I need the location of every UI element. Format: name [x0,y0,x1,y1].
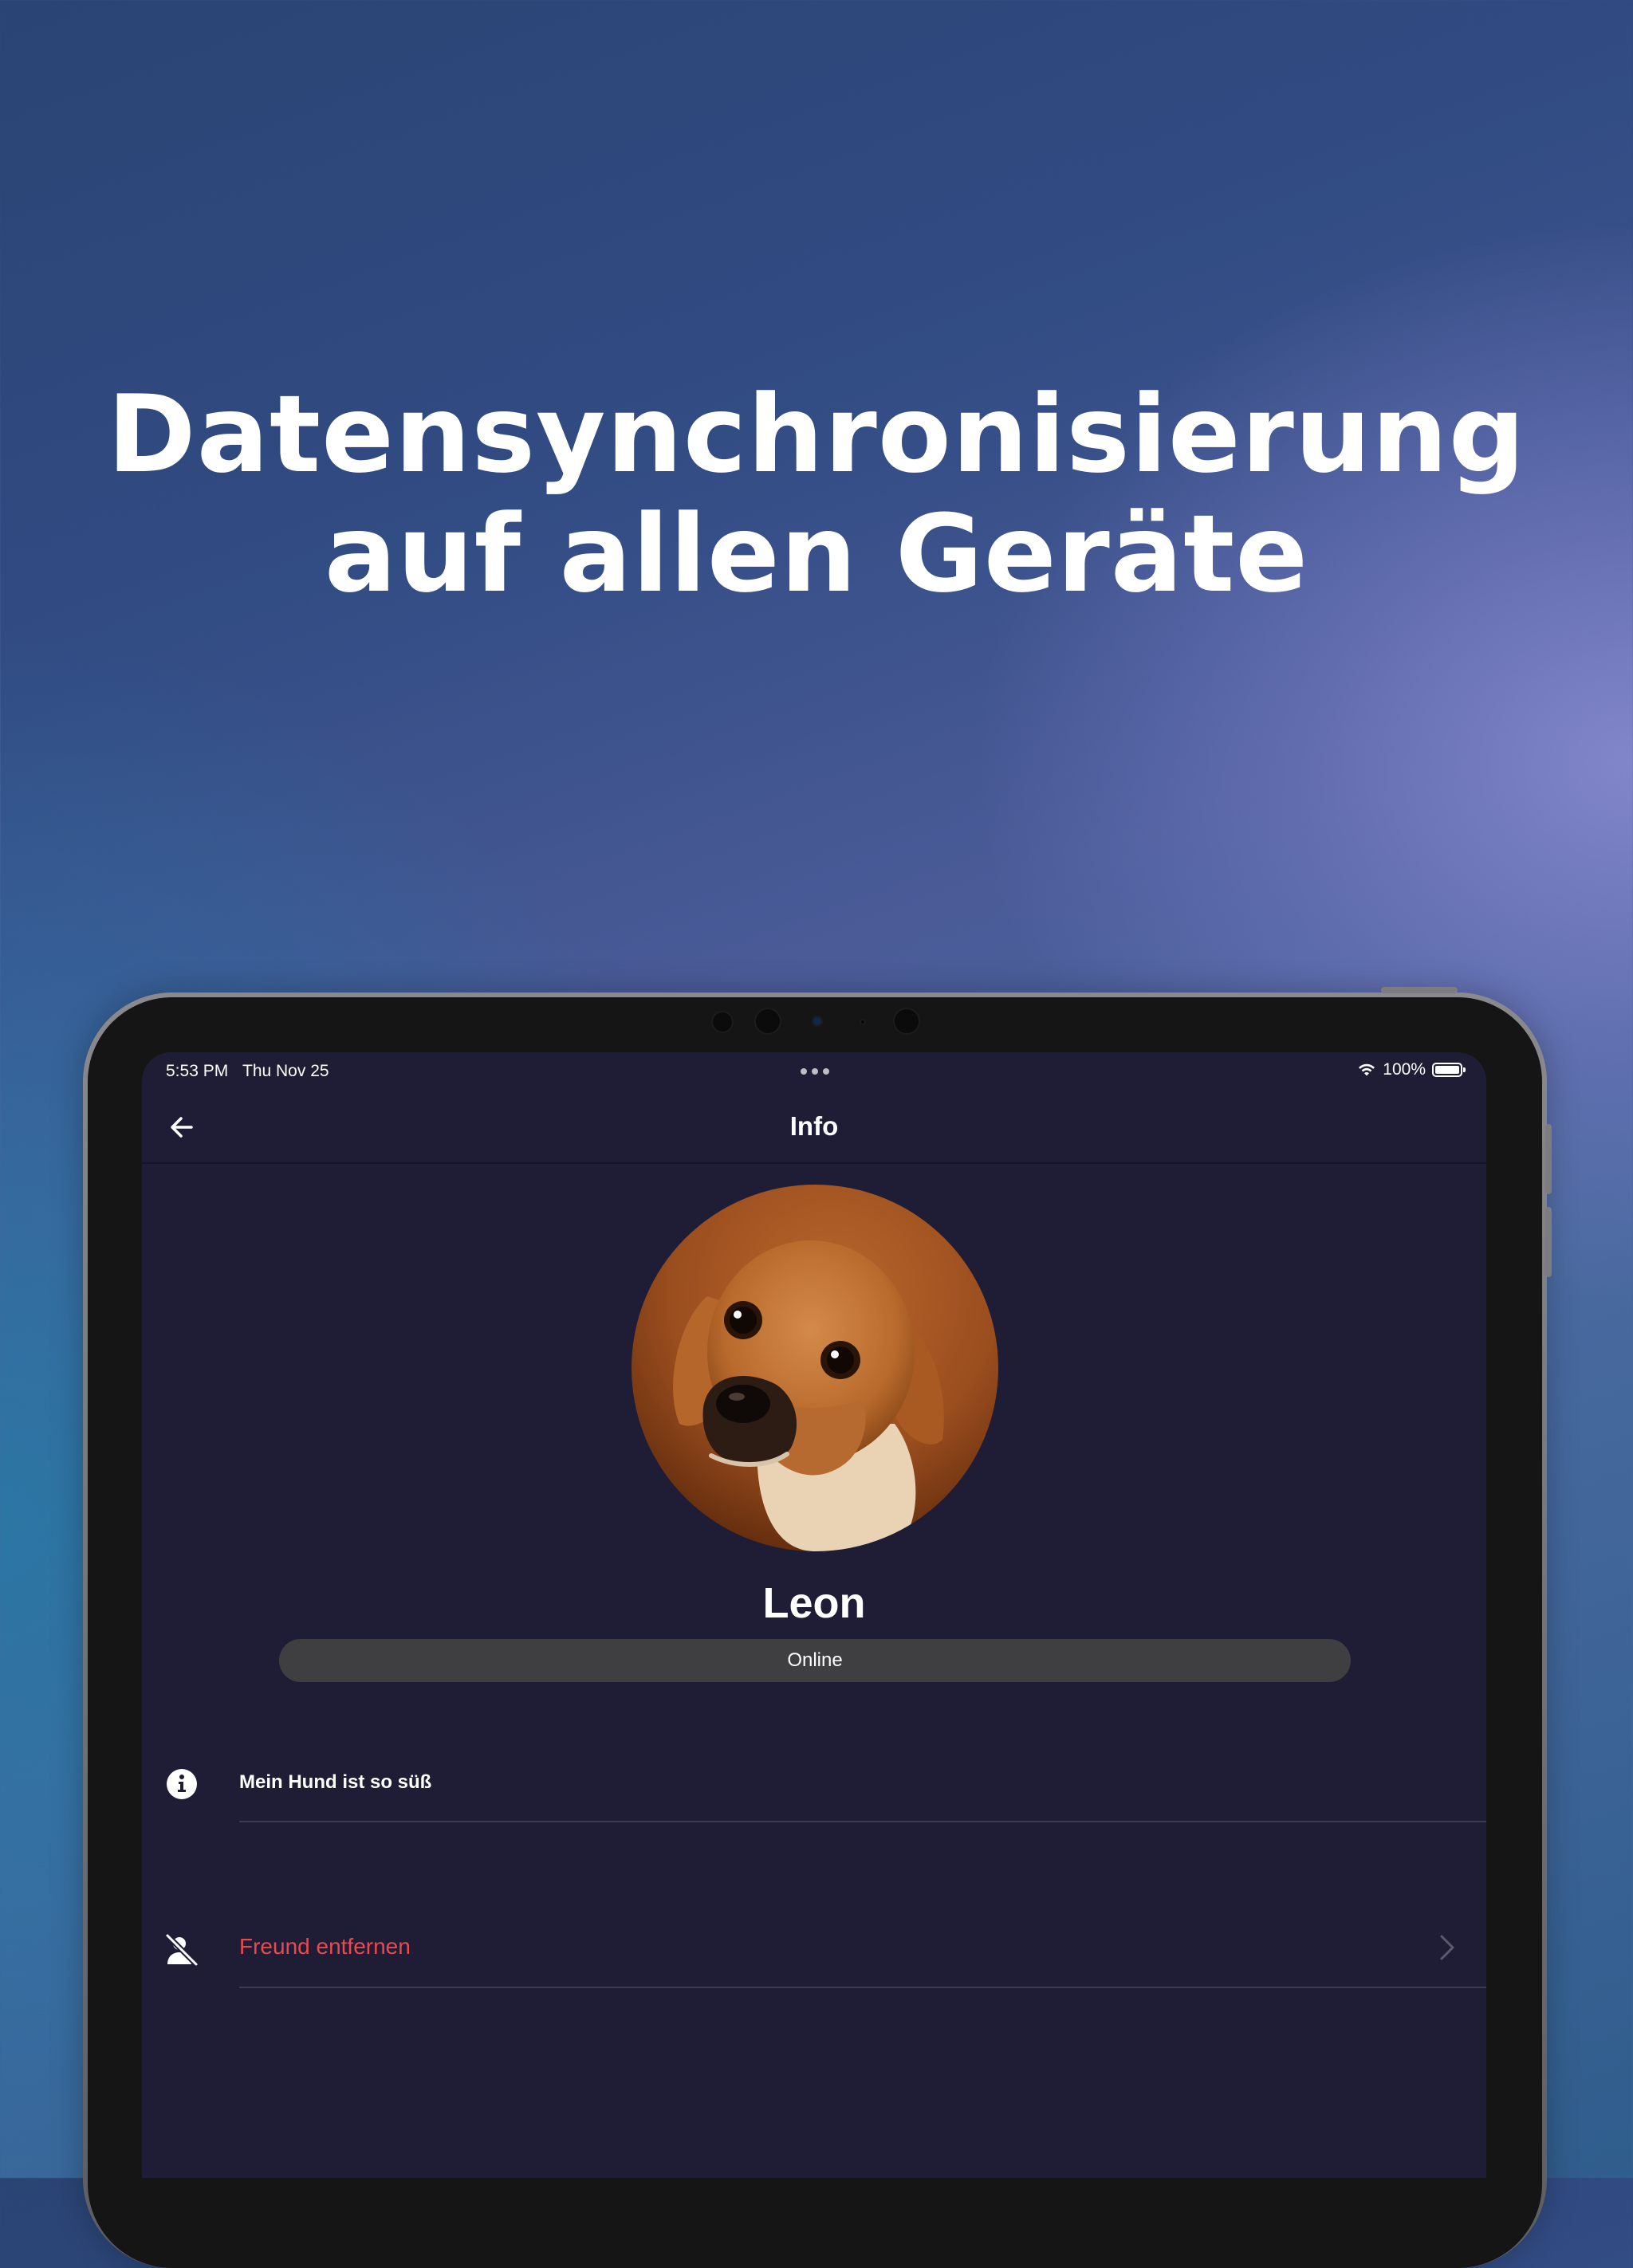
row-divider [239,1987,1486,1988]
front-camera [812,1016,823,1027]
remove-person-icon [164,1932,199,1967]
sensor-dot-2 [754,1008,781,1035]
battery-icon [1432,1063,1466,1077]
sensor-dot-3 [860,1019,866,1025]
profile-name: Leon [762,1579,866,1627]
app-screen: 5:53 PM Thu Nov 25 100% Info Leon Online… [142,1052,1486,2178]
tablet-top-button [1381,987,1458,993]
status-badge: Online [279,1639,1351,1682]
remove-friend-label: Freund entfernen [239,1934,411,1959]
status-date: Thu Nov 25 [242,1062,329,1080]
status-indicators: 100% [1357,1060,1466,1079]
chevron-right-icon [1440,1935,1454,1960]
remove-friend-row[interactable]: Freund entfernen [142,1908,1486,1988]
about-row: Mein Hund ist so süß [142,1743,1486,1822]
battery-percentage: 100% [1383,1060,1426,1079]
navigation-bar: Info [142,1092,1486,1164]
about-text: Mein Hund ist so süß [239,1771,432,1793]
promo-headline: Datensynchronisierung auf allen Geräte [0,375,1633,614]
row-divider [239,1821,1486,1822]
sensor-dot-1 [711,1011,734,1033]
headline-line-2: auf allen Geräte [324,492,1309,616]
avatar [632,1185,998,1551]
status-bar: 5:53 PM Thu Nov 25 100% [142,1052,1486,1092]
page-title: Info [789,1111,839,1141]
info-icon [167,1769,197,1799]
wifi-icon [1359,1063,1375,1076]
status-time: 5:53 PM [166,1062,229,1080]
tablet-volume-down-button [1545,1207,1552,1277]
dog-photo [632,1185,998,1551]
headline-line-1: Datensynchronisierung [107,372,1526,497]
tablet-volume-up-button [1545,1124,1552,1194]
multitasking-dots-icon[interactable] [801,1068,829,1076]
sensor-dot-4 [893,1008,920,1035]
